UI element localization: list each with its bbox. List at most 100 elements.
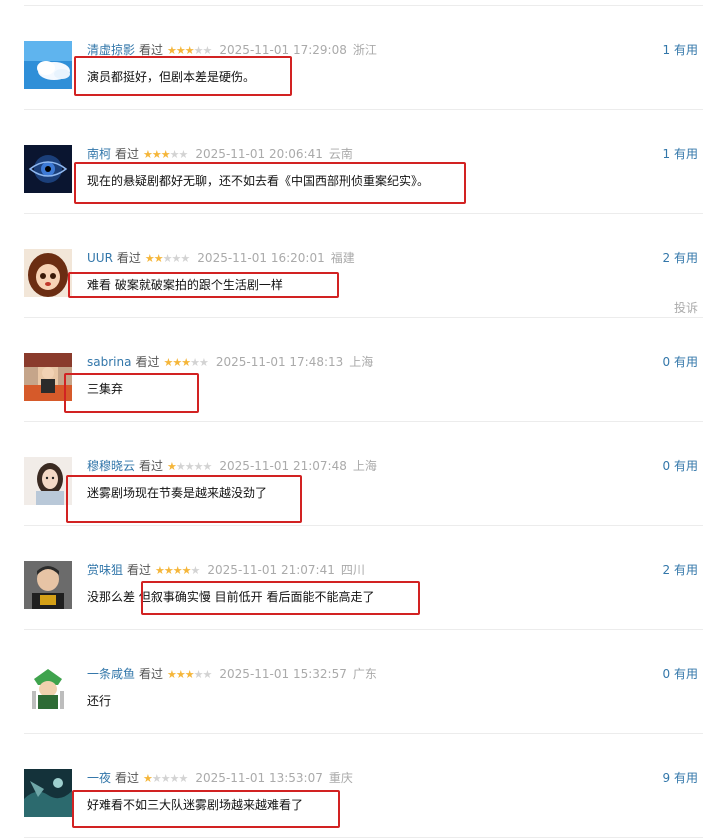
useful-button[interactable]: 1 有用	[663, 145, 698, 163]
review-item: 穆穆晓云 看过 ★★★★★ 2025-11-01 21:07:48 上海 0 有用 迷雾…	[0, 422, 703, 526]
review-username[interactable]: 南柯	[87, 147, 111, 161]
rating-stars: ★★★★★	[143, 146, 188, 164]
star-empty-icon: ★	[202, 460, 213, 473]
review-meta: 南柯 看过 ★★★★★ 2025-11-01 20:06:41 云南	[87, 145, 353, 163]
review-username[interactable]: 一条咸鱼	[87, 667, 135, 681]
useful-label: 有用	[673, 43, 698, 57]
useful-count: 2	[662, 251, 671, 265]
review-location: 浙江	[352, 43, 377, 57]
useful-count: 1	[662, 147, 671, 161]
review-content: 三集弃	[87, 382, 124, 396]
star-filled-icon: ★	[143, 772, 153, 785]
review-meta: 一条咸鱼 看过 ★★★★★ 2025-11-01 15:32:57 广东	[87, 665, 377, 683]
review-time: 2025-11-01 20:06:41	[195, 147, 323, 161]
useful-count: 0	[662, 667, 671, 681]
star-empty-icon: ★	[202, 668, 213, 681]
star-filled-icon: ★	[155, 564, 165, 577]
star-empty-icon: ★	[169, 148, 180, 161]
star-empty-icon: ★	[202, 44, 213, 57]
rating-stars: ★★★★★	[145, 250, 190, 268]
review-time: 2025-11-01 17:48:13	[215, 355, 344, 369]
watched-label: 看过	[139, 43, 164, 57]
sky-cloud-avatar[interactable]	[24, 41, 72, 89]
review-item: 清虚掠影 看过 ★★★★★ 2025-11-01 17:29:08 浙江 1 有用 演员…	[0, 6, 703, 110]
star-filled-icon: ★	[172, 356, 182, 369]
review-location: 四川	[340, 563, 365, 577]
useful-button[interactable]: 0 有用	[663, 665, 698, 683]
star-empty-icon: ★	[184, 460, 195, 473]
review-username[interactable]: sabrina	[87, 355, 131, 369]
rating-stars: ★★★★★	[155, 562, 201, 580]
highlight-box	[64, 373, 199, 413]
rating-stars: ★★★★★	[143, 770, 188, 788]
review-meta: 一夜 看过 ★★★★★ 2025-11-01 13:53:07 重庆	[87, 769, 353, 787]
review-time: 2025-11-01 16:20:01	[197, 251, 325, 265]
star-filled-icon: ★	[167, 460, 177, 473]
review-item: 南柯 看过 ★★★★★ 2025-11-01 20:06:41 云南 1 有用 现在的悬…	[0, 110, 703, 214]
useful-button[interactable]: 0 有用	[663, 457, 698, 475]
star-filled-icon: ★	[160, 148, 171, 161]
useful-label: 有用	[673, 563, 698, 577]
star-empty-icon: ★	[193, 44, 204, 57]
review-username[interactable]: UUR	[87, 251, 113, 265]
photo-person-avatar[interactable]	[24, 353, 72, 401]
star-filled-icon: ★	[175, 44, 186, 57]
review-item: UUR 看过 ★★★★★ 2025-11-01 16:20:01 福建 2 有用 难看 …	[0, 214, 703, 318]
review-meta: 清虚掠影 看过 ★★★★★ 2025-11-01 17:29:08 浙江	[87, 41, 377, 59]
watched-label: 看过	[127, 563, 152, 577]
useful-count: 0	[662, 355, 671, 369]
review-content: 还行	[87, 694, 112, 708]
watched-label: 看过	[139, 459, 164, 473]
review-content: 难看 破案就破案拍的跟个生活剧一样	[87, 278, 283, 292]
man-portrait-avatar[interactable]	[24, 561, 72, 609]
useful-label: 有用	[673, 459, 698, 473]
star-filled-icon: ★	[151, 148, 162, 161]
review-content: 好难看不如三大队迷雾剧场越来越难看了	[87, 798, 304, 812]
star-filled-icon: ★	[172, 564, 183, 577]
rating-stars: ★★★★★	[167, 458, 213, 476]
star-filled-icon: ★	[167, 44, 177, 57]
review-username[interactable]: 穆穆晓云	[87, 459, 135, 473]
eye-avatar[interactable]	[24, 145, 72, 193]
report-link[interactable]: 投诉	[674, 300, 698, 316]
star-filled-icon: ★	[175, 668, 186, 681]
star-empty-icon: ★	[169, 772, 180, 785]
watched-label: 看过	[115, 771, 140, 785]
cartoon-girl-avatar[interactable]	[24, 249, 72, 297]
review-content: 迷雾剧场现在节奏是越来越没劲了	[87, 486, 268, 500]
useful-button[interactable]: 9 有用	[663, 769, 698, 787]
star-empty-icon: ★	[198, 356, 209, 369]
review-time: 2025-11-01 17:29:08	[219, 43, 347, 57]
useful-count: 1	[662, 43, 671, 57]
rating-stars: ★★★★★	[163, 354, 209, 372]
review-item: 赏味狙 看过 ★★★★★ 2025-11-01 21:07:41 四川 2 有用 没那么…	[0, 526, 703, 630]
dark-scene-avatar[interactable]	[24, 769, 72, 817]
review-content: 现在的悬疑剧都好无聊，还不如去看《中国西部刑侦重案纪实》。	[87, 174, 430, 188]
star-filled-icon: ★	[163, 356, 173, 369]
star-empty-icon: ★	[190, 564, 201, 577]
review-location: 上海	[352, 459, 377, 473]
useful-button[interactable]: 2 有用	[663, 249, 698, 267]
useful-button[interactable]: 2 有用	[663, 561, 698, 579]
useful-label: 有用	[673, 771, 698, 785]
star-empty-icon: ★	[151, 772, 162, 785]
useful-label: 有用	[673, 355, 698, 369]
review-item: sabrina 看过 ★★★★★ 2025-11-01 17:48:13 上海 0 有用…	[0, 318, 703, 422]
useful-count: 0	[662, 459, 671, 473]
star-filled-icon: ★	[153, 252, 164, 265]
useful-count: 2	[662, 563, 671, 577]
green-character-avatar[interactable]	[24, 665, 72, 713]
star-filled-icon: ★	[184, 668, 195, 681]
rating-stars: ★★★★★	[167, 666, 213, 684]
watched-label: 看过	[139, 667, 164, 681]
review-item: 一夜 看过 ★★★★★ 2025-11-01 13:53:07 重庆 9 有用 好难看不…	[0, 734, 703, 838]
review-time: 2025-11-01 15:32:57	[219, 667, 347, 681]
woman-portrait-avatar[interactable]	[24, 457, 72, 505]
useful-button[interactable]: 1 有用	[663, 41, 698, 59]
review-username[interactable]: 赏味狙	[87, 563, 123, 577]
review-location: 福建	[330, 251, 355, 265]
review-item: 一条咸鱼 看过 ★★★★★ 2025-11-01 15:32:57 广东 0 有用 还行	[0, 630, 703, 734]
useful-button[interactable]: 0 有用	[663, 353, 698, 371]
review-username[interactable]: 一夜	[87, 771, 111, 785]
review-username[interactable]: 清虚掠影	[87, 43, 135, 57]
